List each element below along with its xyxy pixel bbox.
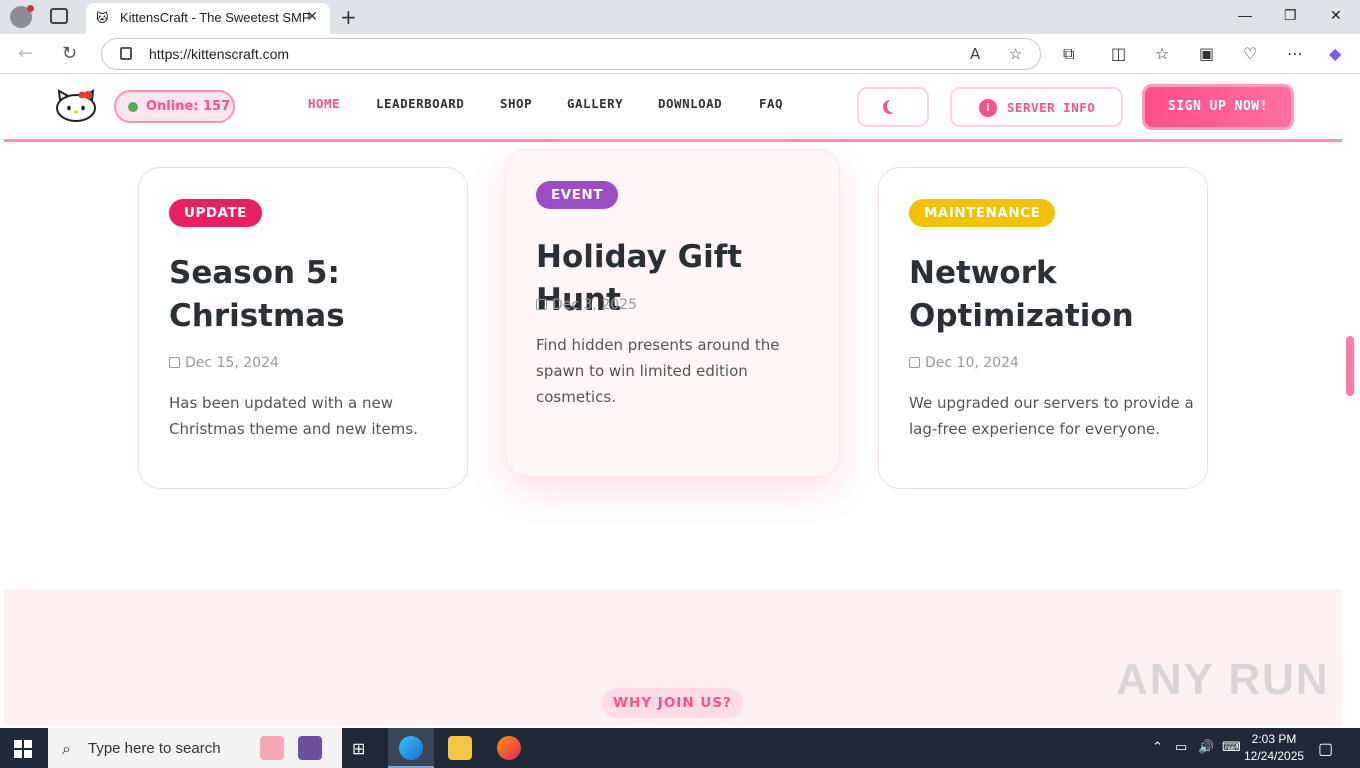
news-card-event[interactable]: EVENT Holiday Gift Hunt Dec 3, 2025 Find… <box>505 149 840 477</box>
new-tab-button[interactable]: + <box>340 5 357 29</box>
notification-dot <box>27 5 34 12</box>
theme-toggle-button[interactable] <box>857 87 929 127</box>
news-card-text: We upgraded our servers to provide a lag… <box>909 394 1194 438</box>
calendar-icon <box>909 357 920 368</box>
edge-browser-icon[interactable] <box>399 736 423 760</box>
windows-start-icon[interactable] <box>14 740 32 758</box>
read-aloud-icon[interactable]: A <box>970 45 980 63</box>
nav-home[interactable]: HOME <box>308 96 340 111</box>
update-badge: UPDATE <box>169 199 262 227</box>
calendar-icon <box>536 299 547 310</box>
news-card-text: Find hidden presents around the spawn to… <box>536 336 780 406</box>
nav-gallery[interactable]: GALLERY <box>567 96 623 111</box>
browser-tab-bar: 🐱 KittensCraft - The Sweetest SMP ✕ + — … <box>0 0 1360 34</box>
anyrun-watermark: ANY RUN <box>1116 655 1330 704</box>
sign-up-button[interactable]: SIGN UP NOW! <box>1142 84 1294 130</box>
back-arrow-icon[interactable]: ← <box>18 43 33 64</box>
news-card-date: Dec 10, 2024 <box>909 355 1019 371</box>
magic-hat-icon <box>298 736 322 760</box>
info-icon: i <box>979 99 997 117</box>
news-date-text: Dec 3, 2025 <box>552 297 637 313</box>
split-screen-icon[interactable]: ◫ <box>1111 44 1126 63</box>
search-highlight-icon <box>260 736 284 760</box>
site-header: Online: 157 HOME LEADERBOARD SHOP GALLER… <box>4 74 1342 142</box>
minimize-button[interactable]: — <box>1238 7 1252 23</box>
firefox-icon[interactable] <box>497 736 521 760</box>
news-card-title: Network Optimization <box>909 255 1134 334</box>
news-card-date: Dec 3, 2025 <box>536 297 637 313</box>
favorites-icon[interactable]: ☆ <box>1155 44 1169 63</box>
calendar-icon <box>169 357 180 368</box>
sign-up-label: SIGN UP NOW! <box>1168 99 1268 114</box>
restore-button[interactable]: ❐ <box>1284 7 1297 24</box>
url-bar[interactable]: https://kittenscraft.com A ☆ <box>101 38 1041 70</box>
network-icon[interactable]: ▭ <box>1175 739 1187 755</box>
close-window-button[interactable]: ✕ <box>1330 7 1342 24</box>
news-card-maintenance[interactable]: MAINTENANCE Network Optimization Dec 10,… <box>878 167 1208 489</box>
copilot-icon[interactable]: ◆ <box>1329 44 1341 63</box>
file-explorer-icon[interactable] <box>448 736 472 760</box>
url-text[interactable]: https://kittenscraft.com <box>149 46 289 62</box>
task-view-icon[interactable]: ⊞ <box>352 739 365 759</box>
windows-taskbar: ⌕ Type here to search ⊞ ⌃ ▭ 🔊 ⌨ 2:03 PM … <box>0 728 1360 768</box>
input-method-icon[interactable]: ⌨ <box>1222 739 1241 755</box>
news-date-text: Dec 10, 2024 <box>925 355 1019 371</box>
refresh-icon[interactable]: ↻ <box>62 43 77 64</box>
nav-shop[interactable]: SHOP <box>500 96 532 111</box>
online-players-badge: Online: 157 <box>114 90 235 123</box>
favorite-star-icon[interactable]: ☆ <box>1009 45 1022 63</box>
clock-time: 2:03 PM <box>1251 732 1297 746</box>
clock-date: 12/24/2025 <box>1244 749 1305 763</box>
scrollbar-thumb[interactable] <box>1346 336 1354 396</box>
server-info-button[interactable]: i SERVER INFO <box>950 87 1123 127</box>
web-page: Online: 157 HOME LEADERBOARD SHOP GALLER… <box>4 74 1342 726</box>
volume-icon[interactable]: 🔊 <box>1198 739 1214 755</box>
why-join-pill: WHY JOIN US? <box>602 688 743 718</box>
news-card-title: Season 5: Christmas <box>169 255 345 334</box>
taskbar-search-placeholder: Type here to search <box>88 740 221 757</box>
tab-actions-icon[interactable] <box>50 8 68 24</box>
more-icon[interactable]: ⋯ <box>1287 44 1303 63</box>
taskbar-clock[interactable]: 2:03 PM 12/24/2025 <box>1244 731 1304 765</box>
page-scrollbar[interactable] <box>1342 74 1360 726</box>
browser-essentials-icon[interactable]: ♡ <box>1243 44 1257 63</box>
nav-faq[interactable]: FAQ <box>759 96 783 111</box>
browser-tab-active[interactable]: 🐱 KittensCraft - The Sweetest SMP ✕ <box>86 3 330 34</box>
notifications-icon[interactable]: ▢ <box>1318 739 1333 759</box>
search-icon: ⌕ <box>62 739 71 758</box>
moon-icon <box>887 99 901 113</box>
news-date-text: Dec 15, 2024 <box>185 355 279 371</box>
kitty-favicon-icon: 🐱 <box>96 11 109 25</box>
tab-title: KittensCraft - The Sweetest SMP <box>120 10 311 25</box>
news-card-text: Has been updated with a new Christmas th… <box>169 394 418 438</box>
maintenance-badge: MAINTENANCE <box>909 199 1056 227</box>
taskbar-search-box[interactable]: ⌕ Type here to search <box>48 728 342 768</box>
extensions-icon[interactable]: ⧉ <box>1063 44 1074 64</box>
nav-download[interactable]: DOWNLOAD <box>658 96 722 111</box>
news-card-update[interactable]: UPDATE Season 5: Christmas Dec 15, 2024 … <box>138 167 468 489</box>
site-info-lock-icon[interactable] <box>120 47 132 60</box>
event-badge: EVENT <box>536 181 618 209</box>
nav-leaderboard[interactable]: LEADERBOARD <box>376 96 464 111</box>
hello-kitty-logo[interactable] <box>54 88 98 122</box>
show-hidden-icons-chevron-icon[interactable]: ⌃ <box>1152 739 1163 755</box>
online-count: Online: 157 <box>146 99 231 114</box>
online-status-dot <box>128 102 138 112</box>
tab-close-icon[interactable]: ✕ <box>306 9 318 25</box>
collections-icon[interactable]: ▣ <box>1199 44 1214 63</box>
news-card-date: Dec 15, 2024 <box>169 355 279 371</box>
server-info-label: SERVER INFO <box>1007 100 1096 115</box>
